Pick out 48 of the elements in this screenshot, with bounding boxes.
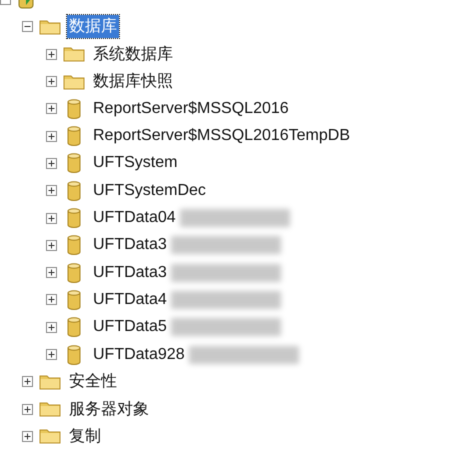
database-icon bbox=[67, 317, 81, 338]
expand-icon[interactable] bbox=[46, 103, 57, 114]
folder-icon bbox=[39, 428, 61, 444]
database-icon bbox=[67, 153, 81, 174]
expand-icon[interactable] bbox=[46, 185, 57, 196]
tree-item[interactable]: UFTData5 bbox=[91, 317, 169, 338]
expand-icon[interactable] bbox=[46, 349, 57, 360]
tree-item[interactable]: UFTData3 bbox=[91, 262, 169, 283]
tree-item[interactable]: 服务器对象 bbox=[67, 398, 151, 421]
database-icon bbox=[67, 262, 81, 283]
tree-item[interactable]: 数据库 bbox=[67, 15, 119, 38]
tree-item[interactable]: UFTData928 bbox=[91, 344, 187, 364]
collapse-icon[interactable] bbox=[22, 21, 33, 32]
expand-icon[interactable] bbox=[46, 48, 57, 60]
tree-item[interactable]: ReportServer$MSSQL2016TempDB bbox=[91, 126, 352, 146]
database-icon bbox=[67, 344, 81, 364]
expand-icon[interactable] bbox=[46, 76, 57, 88]
folder-icon bbox=[39, 18, 61, 35]
database-icon bbox=[67, 235, 81, 256]
folder-icon bbox=[39, 374, 61, 390]
tree-item[interactable]: 数据库快照 bbox=[91, 70, 175, 94]
folder-icon bbox=[63, 46, 85, 62]
tree-item[interactable]: UFTSystem bbox=[91, 153, 180, 174]
database-icon bbox=[67, 180, 81, 201]
tree-item[interactable]: 复制 bbox=[67, 424, 103, 448]
expand-icon[interactable] bbox=[46, 240, 57, 251]
tree-item[interactable]: UFTData4 bbox=[91, 290, 169, 310]
expand-icon[interactable] bbox=[46, 212, 57, 224]
expand-icon[interactable] bbox=[22, 430, 33, 442]
database-icon bbox=[67, 290, 81, 310]
expand-icon[interactable] bbox=[46, 130, 57, 142]
database-icon bbox=[67, 208, 81, 228]
folder-icon bbox=[63, 74, 85, 90]
tree-item[interactable]: 安全性 bbox=[67, 370, 119, 394]
expand-icon[interactable] bbox=[46, 158, 57, 169]
expand-icon[interactable] bbox=[22, 404, 33, 415]
tree-item[interactable]: 系统数据库 bbox=[91, 42, 175, 66]
database-icon bbox=[67, 126, 81, 146]
folder-icon bbox=[39, 401, 61, 418]
tree-item[interactable]: ReportServer$MSSQL2016 bbox=[91, 98, 291, 119]
tree-item[interactable]: UFTData04 bbox=[91, 208, 178, 228]
tree-item[interactable]: UFTData3 bbox=[91, 235, 169, 256]
expand-icon[interactable] bbox=[46, 267, 57, 278]
tree-item[interactable]: UFTSystemDec bbox=[91, 180, 208, 201]
expand-icon[interactable] bbox=[22, 376, 33, 388]
expand-icon[interactable] bbox=[46, 294, 57, 306]
expand-icon[interactable] bbox=[46, 322, 57, 333]
database-icon bbox=[67, 98, 81, 119]
